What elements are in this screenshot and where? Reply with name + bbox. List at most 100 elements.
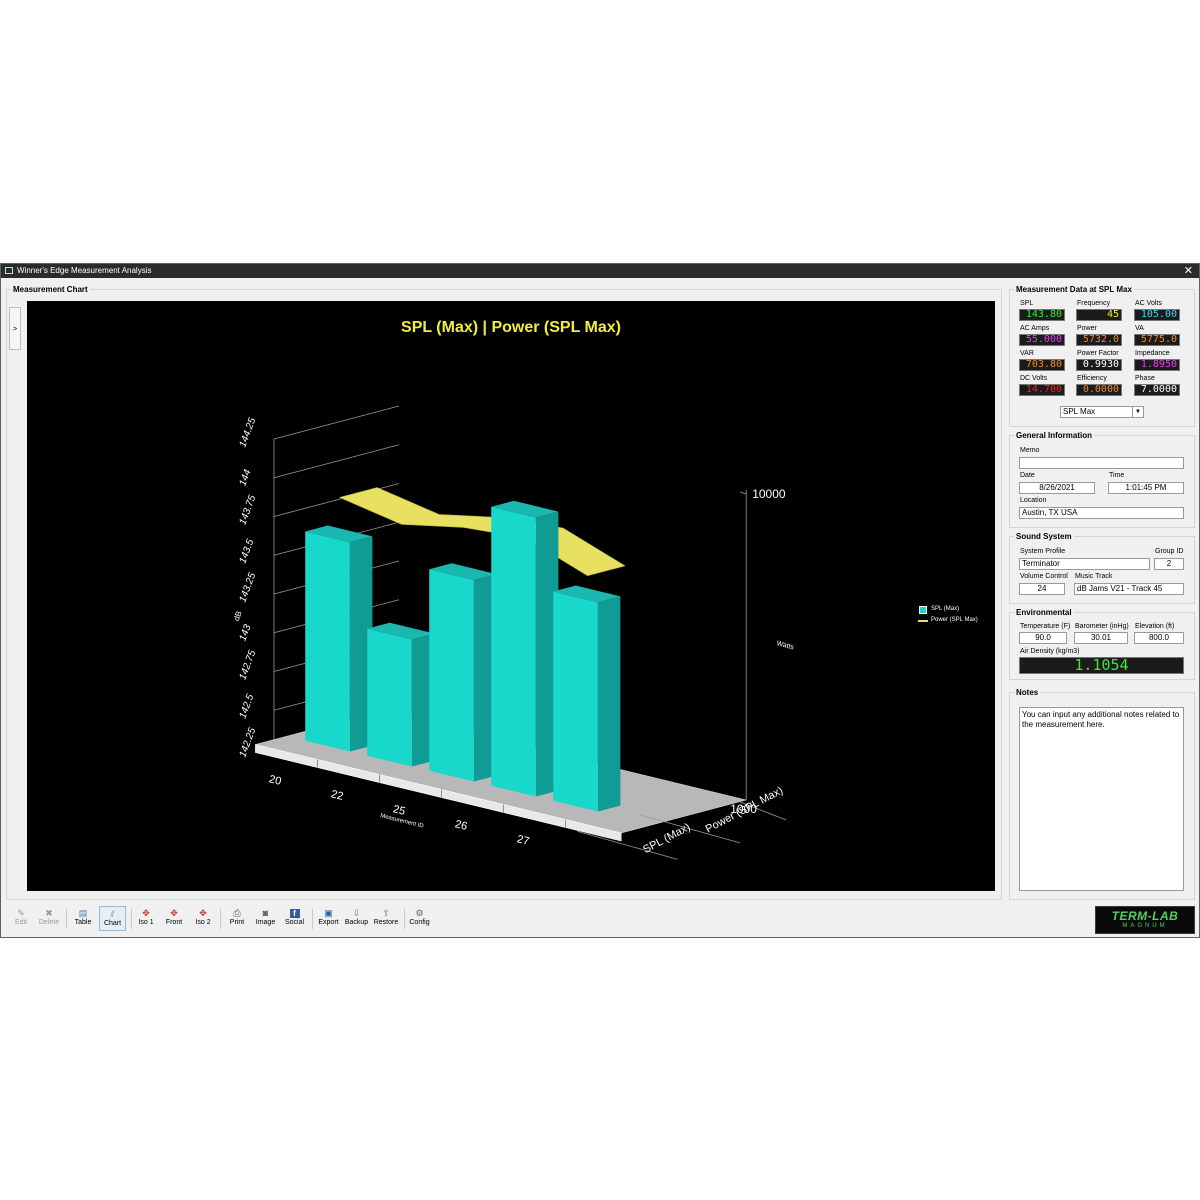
location-field[interactable]: Austin, TX USA bbox=[1019, 507, 1184, 519]
y-tick-label: 144 bbox=[238, 468, 254, 488]
ac-amps-label: AC Amps bbox=[1020, 325, 1050, 332]
time-label: Time bbox=[1109, 472, 1125, 479]
app-window: Winner's Edge Measurement Analysis ✕ Mea… bbox=[0, 263, 1200, 938]
table-button[interactable]: ▤ Table bbox=[70, 906, 96, 931]
track-field[interactable]: dB Jams V21 - Track 45 bbox=[1074, 583, 1184, 595]
edit-icon: ✎ bbox=[17, 908, 25, 918]
air-density-readout: 1.1054 bbox=[1019, 657, 1184, 674]
power-readout: 5732.0 bbox=[1076, 334, 1122, 346]
chart-3d-svg: 142.25 142.5 142.75 143 143.25 143.5 143.75 144… bbox=[232, 405, 795, 860]
spl-label: SPL bbox=[1020, 300, 1034, 307]
va-readout: 5775.0 bbox=[1134, 334, 1180, 346]
backup-button[interactable]: ⇩ Backup bbox=[343, 906, 370, 931]
iso2-view-icon: ✥ bbox=[199, 908, 207, 918]
window-title: Winner's Edge Measurement Analysis bbox=[17, 266, 152, 275]
gear-icon: ⚙ bbox=[415, 908, 424, 918]
volume-field[interactable]: 24 bbox=[1019, 583, 1065, 595]
legend-label-spl: SPL (Max) bbox=[931, 606, 960, 612]
config-button[interactable]: ⚙ Config bbox=[407, 906, 432, 931]
impedance-label: Impedance bbox=[1135, 350, 1170, 357]
power-factor-readout: 0.9930 bbox=[1076, 359, 1122, 371]
iso1-view-icon: ✥ bbox=[142, 908, 150, 918]
var-label: VAR bbox=[1020, 350, 1034, 357]
chart-button[interactable]: ⫽ Chart bbox=[99, 906, 126, 931]
iso1-button[interactable]: ✥ Iso 1 bbox=[135, 906, 157, 931]
camera-icon: ◙ bbox=[262, 908, 269, 918]
ac-volts-label: AC Volts bbox=[1135, 300, 1162, 307]
group-id-field[interactable]: 2 bbox=[1154, 558, 1184, 570]
elevation-field[interactable]: 800.0 bbox=[1134, 632, 1184, 644]
spl-bar-side bbox=[597, 596, 621, 812]
date-label: Date bbox=[1020, 472, 1035, 479]
y-tick-label: 144.25 bbox=[238, 416, 259, 449]
measurement-point-select[interactable]: SPL Max ▼ bbox=[1060, 406, 1144, 418]
efficiency-label: Efficiency bbox=[1077, 375, 1107, 382]
toolbar-separator bbox=[131, 909, 132, 929]
delete-icon: ✖ bbox=[45, 908, 53, 918]
iso1-label: Iso 1 bbox=[138, 919, 154, 926]
legend-label-power: Power (SPL Max) bbox=[931, 617, 978, 623]
delete-label: Delete bbox=[38, 919, 60, 926]
close-icon[interactable]: ✕ bbox=[1184, 264, 1193, 278]
front-label: Front bbox=[165, 919, 183, 926]
select-value: SPL Max bbox=[1063, 407, 1096, 416]
social-button[interactable]: f Social bbox=[282, 906, 307, 931]
depth-label-power: Power (SPL Max) bbox=[704, 785, 785, 836]
panel-legend: Measurement Chart bbox=[13, 285, 88, 294]
restore-icon: ⇧ bbox=[382, 908, 390, 918]
title-bar: Winner's Edge Measurement Analysis ✕ bbox=[1, 264, 1199, 278]
y-tick-label: 142.25 bbox=[238, 726, 259, 759]
phase-label: Phase bbox=[1135, 375, 1155, 382]
iso2-label: Iso 2 bbox=[195, 919, 211, 926]
print-button[interactable]: ⎙ Print bbox=[226, 906, 248, 931]
x-tick-label: 22 bbox=[330, 788, 345, 803]
image-button[interactable]: ◙ Image bbox=[253, 906, 278, 931]
chevron-down-icon[interactable]: ▼ bbox=[1132, 407, 1143, 417]
spl-bar bbox=[429, 569, 474, 782]
x-tick-label: 26 bbox=[454, 818, 469, 833]
date-field[interactable]: 8/26/2021 bbox=[1019, 482, 1095, 494]
va-label: VA bbox=[1135, 325, 1144, 332]
toolbar-separator bbox=[220, 909, 221, 929]
spl-bar bbox=[305, 531, 350, 752]
profile-field[interactable]: Terminator bbox=[1019, 558, 1150, 570]
notes-textarea[interactable]: You can input any additional notes relat… bbox=[1019, 707, 1184, 891]
y-tick-label: 143.25 bbox=[238, 571, 259, 604]
ac-amps-readout: 55.000 bbox=[1019, 334, 1065, 346]
panel-legend: Sound System bbox=[1016, 532, 1072, 541]
temperature-field[interactable]: 90.0 bbox=[1019, 632, 1067, 644]
chart-icon: ⫽ bbox=[110, 909, 115, 919]
iso2-button[interactable]: ✥ Iso 2 bbox=[192, 906, 214, 931]
edit-button[interactable]: ✎ Edit bbox=[10, 906, 32, 931]
print-label: Print bbox=[229, 919, 245, 926]
toolbar-separator bbox=[404, 909, 405, 929]
power-series-ribbon bbox=[338, 487, 626, 577]
restore-button[interactable]: ⇧ Restore bbox=[372, 906, 400, 931]
delete-button[interactable]: ✖ Delete bbox=[36, 906, 62, 931]
toolbar-separator bbox=[312, 909, 313, 929]
backup-icon: ⇩ bbox=[352, 908, 361, 918]
ac-volts-readout: 105.00 bbox=[1134, 309, 1180, 321]
barometer-field[interactable]: 30.01 bbox=[1074, 632, 1128, 644]
side-panel-toggle[interactable]: > bbox=[9, 307, 21, 350]
power-label: Power bbox=[1077, 325, 1097, 332]
front-button[interactable]: ✥ Front bbox=[163, 906, 185, 931]
memo-field[interactable] bbox=[1019, 457, 1184, 469]
facebook-icon: f bbox=[289, 909, 300, 918]
panel-legend: Notes bbox=[1016, 688, 1039, 697]
spl-readout: 143.80 bbox=[1019, 309, 1065, 321]
panel-legend: Measurement Data at SPL Max bbox=[1016, 285, 1132, 294]
legend-swatch-spl bbox=[919, 606, 927, 614]
time-field[interactable]: 1:01:45 PM bbox=[1108, 482, 1184, 494]
front-view-icon: ✥ bbox=[170, 908, 178, 918]
frequency-label: Frequency bbox=[1077, 300, 1111, 307]
export-label: Export bbox=[318, 919, 339, 926]
location-label: Location bbox=[1020, 497, 1047, 504]
y2-axis-label: Watts bbox=[776, 640, 795, 651]
frequency-readout: 45 bbox=[1076, 309, 1122, 321]
x-tick-label: 27 bbox=[516, 833, 531, 848]
track-label: Music Track bbox=[1075, 573, 1113, 580]
export-button[interactable]: ▣ Export bbox=[316, 906, 341, 931]
memo-label: Memo bbox=[1020, 447, 1040, 454]
social-label: Social bbox=[284, 919, 305, 926]
